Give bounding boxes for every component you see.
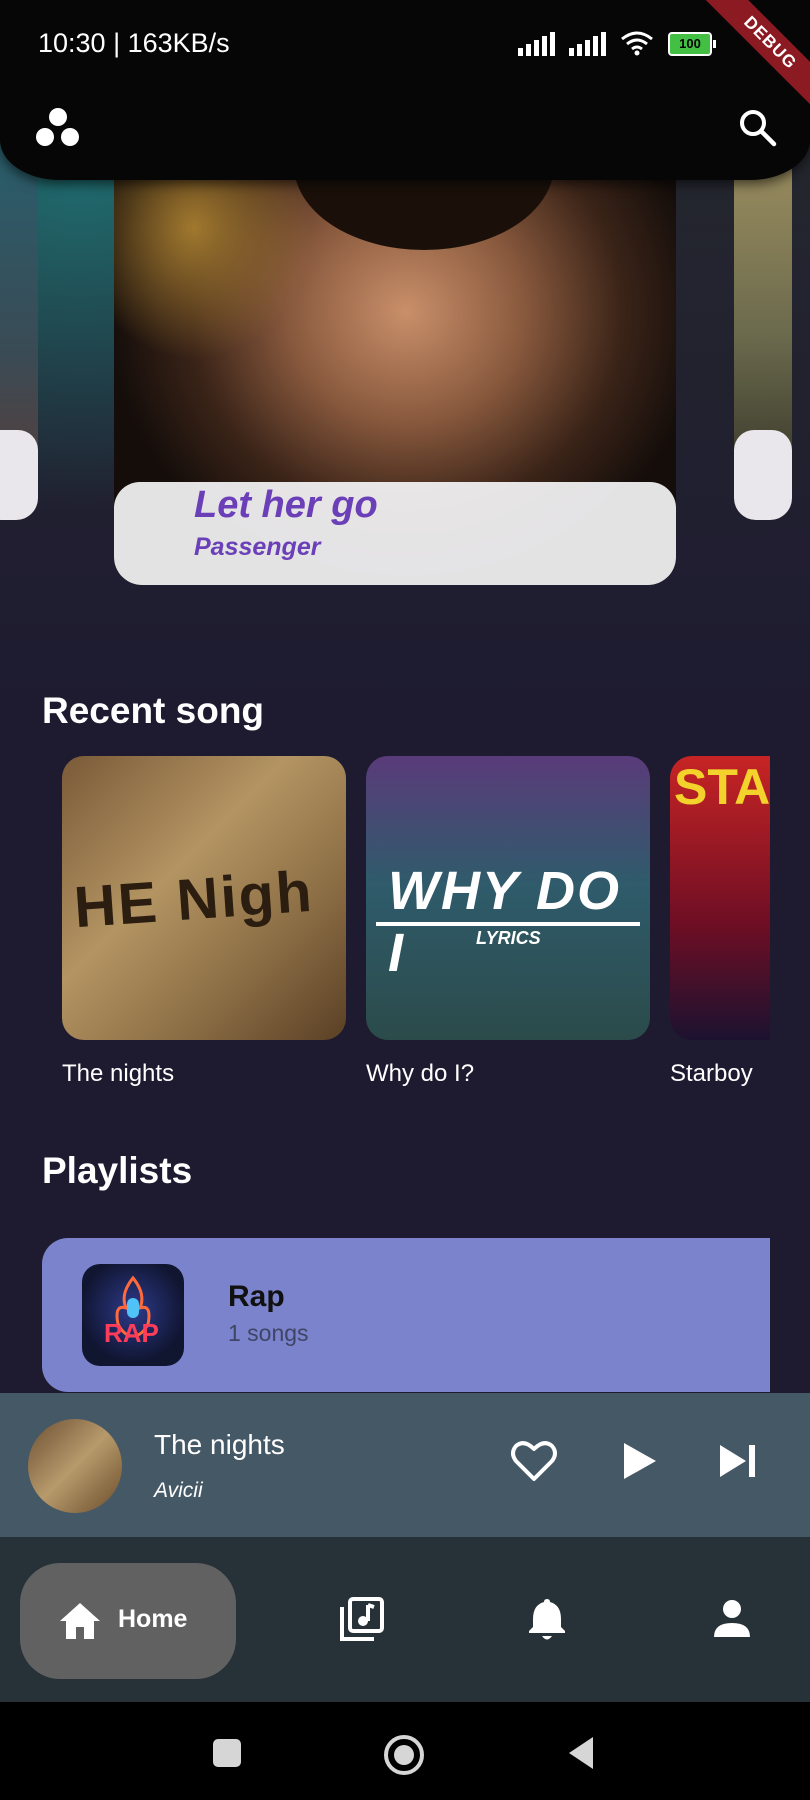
microphone-icon	[115, 1275, 151, 1338]
skip-next-button[interactable]	[712, 1435, 764, 1487]
now-playing-title: The nights	[154, 1429, 285, 1460]
album-art-text: HE Nigh	[72, 858, 316, 941]
profile-icon[interactable]	[708, 1595, 756, 1643]
nav-home-label: Home	[118, 1605, 188, 1633]
now-playing-artist: Avicii	[154, 1479, 203, 1502]
wifi-icon	[621, 31, 653, 56]
back-button[interactable]	[565, 1735, 597, 1771]
recent-song-card[interactable]: STA	[670, 756, 770, 1040]
featured-artist: Passenger	[194, 533, 321, 561]
search-icon[interactable]	[736, 106, 778, 148]
card-caption	[0, 430, 38, 520]
album-art-text: STA	[674, 759, 770, 815]
playlist-thumbnail: RAP	[82, 1264, 184, 1366]
battery-icon: 100	[668, 32, 716, 56]
recents-button[interactable]	[213, 1739, 241, 1767]
divider	[376, 922, 640, 926]
now-playing-artwork	[28, 1419, 122, 1513]
recent-song-card[interactable]: HE Nigh	[62, 756, 346, 1040]
album-art-subtext: LYRICS	[476, 928, 541, 948]
status-time: 10:30 | 163KB/s	[38, 28, 230, 58]
mini-player[interactable]: The nights Avicii	[0, 1393, 810, 1537]
signal-icon	[569, 32, 606, 56]
playlist-card[interactable]: RAP Rap 1 songs	[42, 1238, 770, 1392]
bottom-navigation: Home	[0, 1537, 810, 1702]
home-icon	[60, 1603, 100, 1639]
playlist-count: 1 songs	[228, 1320, 309, 1346]
featured-title: Let her go	[194, 484, 378, 526]
playlist-art-text: RAP	[104, 1318, 159, 1348]
play-button[interactable]	[612, 1435, 664, 1487]
home-system-button[interactable]	[382, 1733, 426, 1777]
system-navigation-bar	[0, 1702, 810, 1800]
carousel-card-next[interactable]	[734, 150, 792, 520]
recent-song-card[interactable]: WHY DO I LYRICS	[366, 756, 650, 1040]
recent-song-label: The nights	[62, 1060, 175, 1087]
recent-song-label: Starboy	[670, 1060, 753, 1087]
signal-icon	[518, 32, 555, 56]
status-icons: 100	[518, 30, 716, 56]
music-library-icon[interactable]	[338, 1595, 386, 1643]
notifications-icon[interactable]	[523, 1595, 571, 1643]
carousel-card-prev[interactable]	[0, 150, 38, 520]
app-logo-icon[interactable]	[36, 108, 80, 148]
app-bar: 10:30 | 163KB/s 100	[0, 0, 810, 180]
nav-home-tab[interactable]: Home	[20, 1563, 236, 1679]
playlists-section-title: Playlists	[42, 1150, 193, 1191]
recent-song-label: Why do I?	[366, 1060, 475, 1087]
card-caption	[734, 430, 792, 520]
playlist-name: Rap	[228, 1280, 285, 1313]
favorite-button[interactable]	[508, 1435, 560, 1487]
recent-section-title: Recent song	[42, 690, 265, 731]
